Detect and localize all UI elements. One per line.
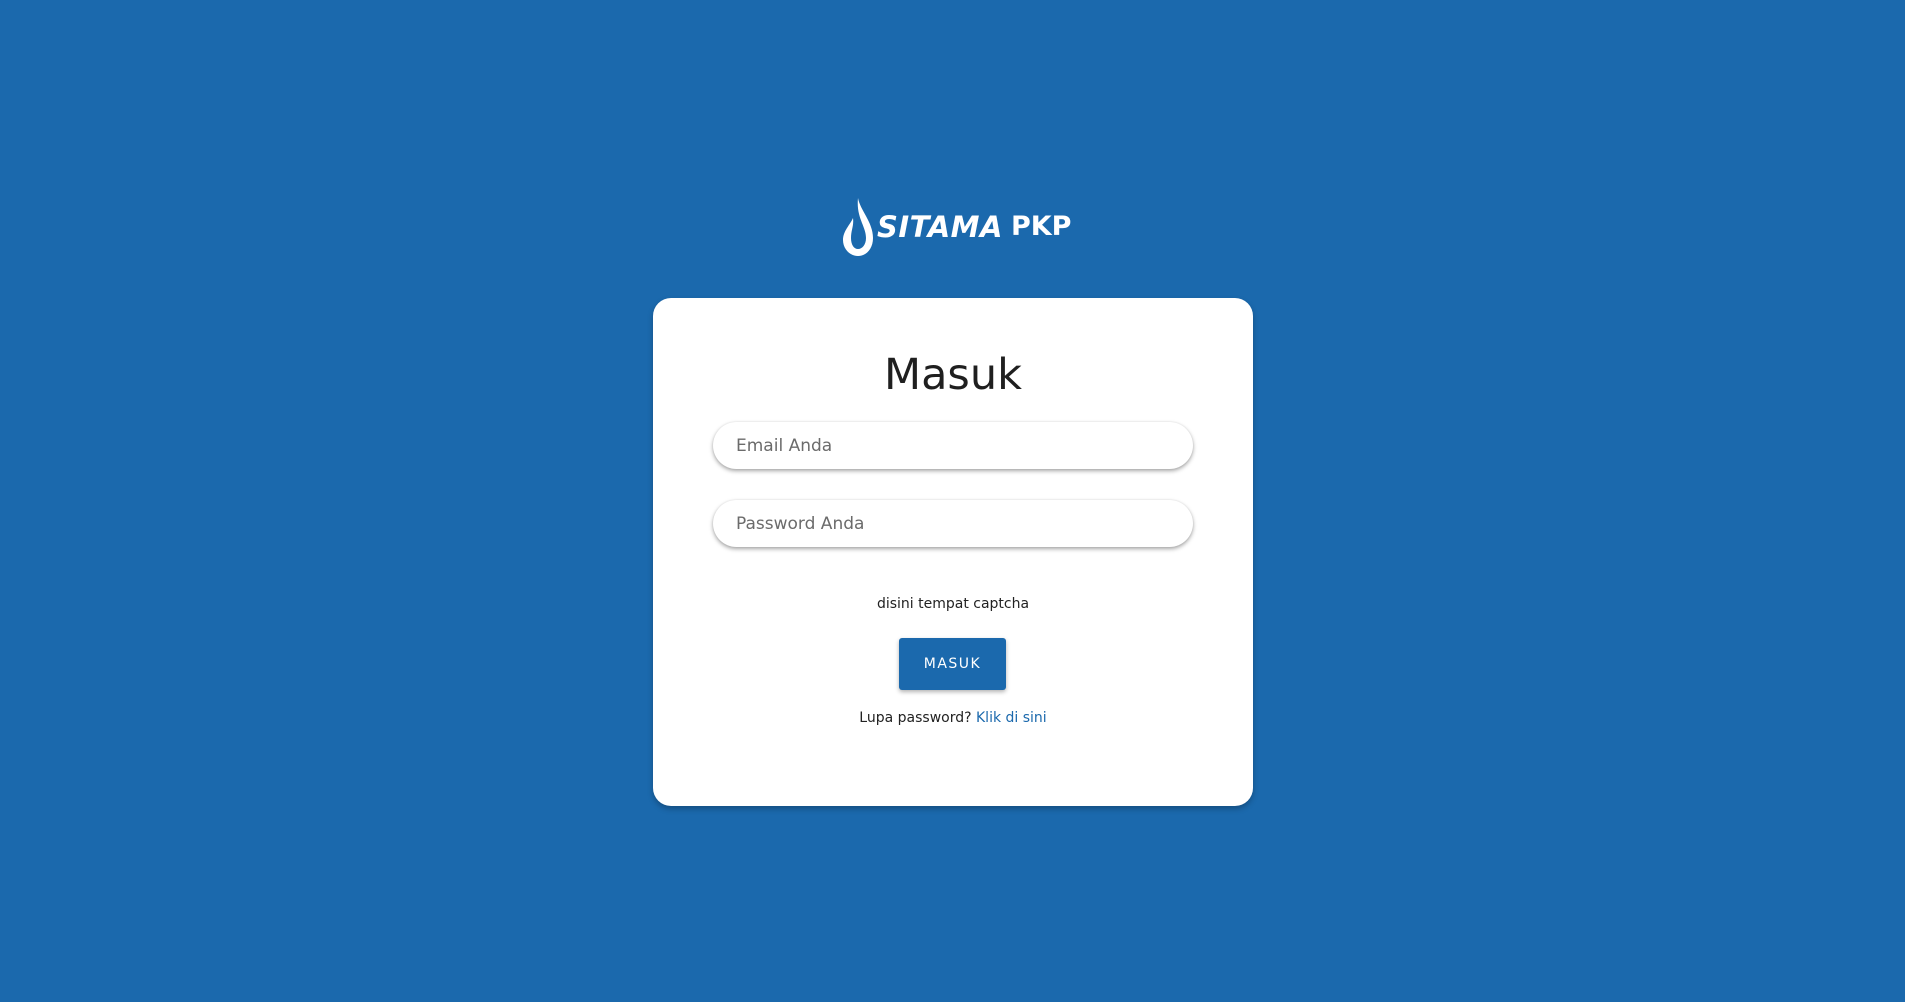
- email-input[interactable]: [713, 422, 1193, 469]
- login-button[interactable]: MASUK: [899, 638, 1006, 690]
- login-page: SITAMA PKP Masuk disini tempat captcha M…: [0, 0, 1905, 1002]
- logo-subtitle: PKP: [1010, 211, 1072, 242]
- forgot-password-text: Lupa password?: [859, 710, 972, 726]
- brand-logo: SITAMA PKP: [841, 196, 1071, 258]
- login-card: Masuk disini tempat captcha MASUK Lupa p…: [653, 298, 1253, 806]
- password-input[interactable]: [713, 500, 1193, 547]
- water-drop-icon: [841, 196, 875, 258]
- forgot-password-row: Lupa password? Klik di sini: [653, 710, 1253, 726]
- forgot-password-link[interactable]: Klik di sini: [976, 710, 1047, 726]
- captcha-placeholder: disini tempat captcha: [876, 596, 1030, 612]
- page-title: Masuk: [883, 350, 1022, 400]
- logo-wordmark: SITAMA: [877, 210, 1003, 244]
